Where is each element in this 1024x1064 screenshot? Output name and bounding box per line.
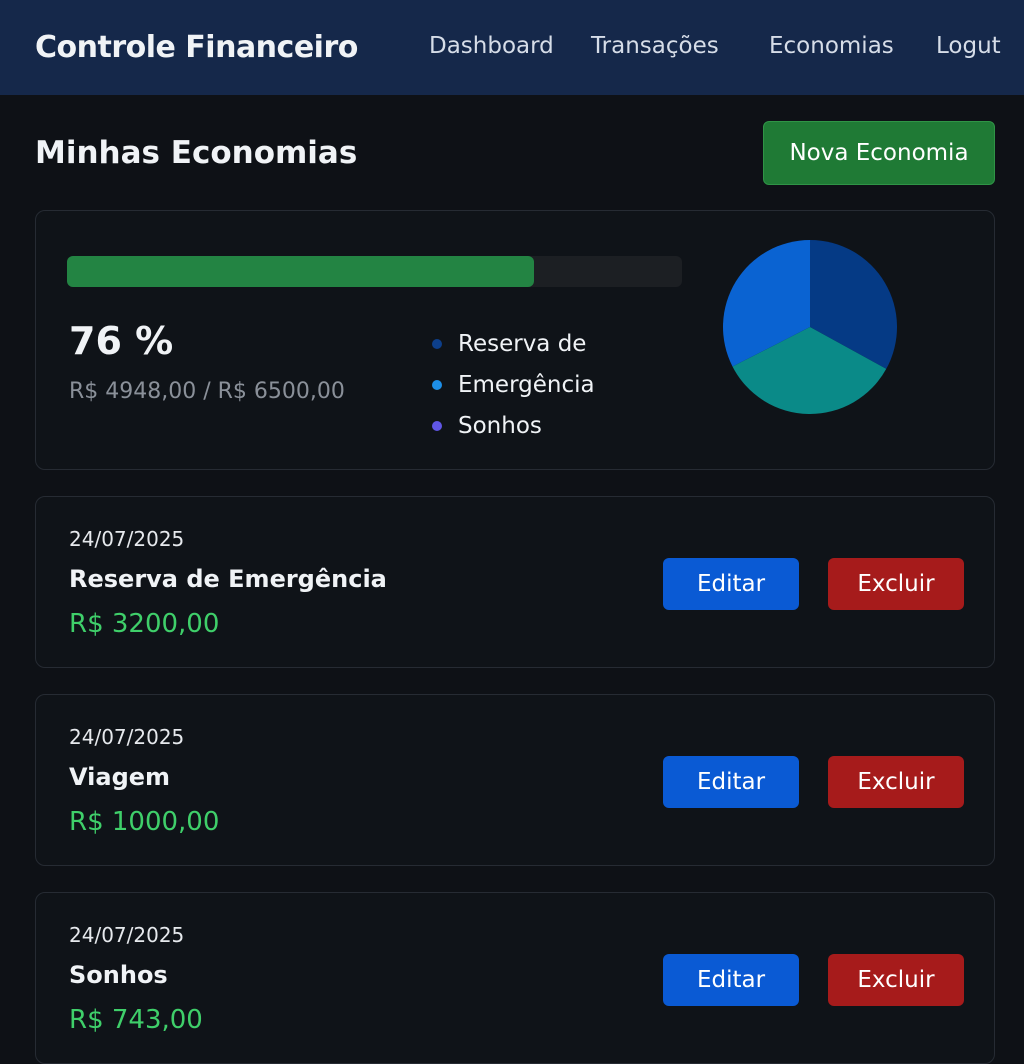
nav-transacoes[interactable]: Transações [591,33,719,59]
nav-logout[interactable]: Logut [936,33,1001,59]
nav-economias[interactable]: Economias [769,33,894,59]
legend: Reserva de Emergência Sonhos [432,323,595,446]
edit-button[interactable]: Editar [663,756,799,808]
saving-value: R$ 3200,00 [69,609,220,639]
edit-button[interactable]: Editar [663,558,799,610]
delete-button[interactable]: Excluir [828,756,964,808]
pie-chart [723,240,897,414]
saving-date: 24/07/2025 [69,923,185,947]
progress-amount: R$ 4948,00 / R$ 6500,00 [69,379,345,404]
legend-dot [432,379,442,390]
legend-dot [432,420,442,431]
saving-item: 24/07/2025 Sonhos R$ 743,00 Editar Exclu… [35,892,995,1064]
nav-dashboard[interactable]: Dashboard [429,33,554,59]
edit-button[interactable]: Editar [663,954,799,1006]
saving-value: R$ 743,00 [69,1005,203,1035]
legend-item: Reserva de [432,323,595,364]
new-saving-button[interactable]: Nova Economia [763,120,995,185]
legend-label: Reserva de [458,330,587,357]
saving-name: Sonhos [69,961,168,989]
navbar: Controle Financeiro Dashboard Transações… [0,0,1024,95]
saving-date: 24/07/2025 [69,527,185,551]
page-title: Minhas Economias [35,134,358,171]
legend-item: Emergência [432,364,595,405]
progress-bar [67,256,682,287]
brand: Controle Financeiro [35,30,358,65]
saving-item: 24/07/2025 Viagem R$ 1000,00 Editar Excl… [35,694,995,866]
saving-item: 24/07/2025 Reserva de Emergência R$ 3200… [35,496,995,668]
legend-label: Emergência [458,371,595,398]
progress-percent: 76 % [69,319,174,363]
delete-button[interactable]: Excluir [828,558,964,610]
progress-fill [67,256,535,287]
delete-button[interactable]: Excluir [828,954,964,1006]
legend-dot [432,338,442,349]
saving-value: R$ 1000,00 [69,807,220,837]
saving-name: Reserva de Emergência [69,565,387,593]
legend-item: Sonhos [432,405,595,446]
saving-date: 24/07/2025 [69,725,185,749]
summary-card: 76 % R$ 4948,00 / R$ 6500,00 Reserva de … [35,210,995,470]
legend-label: Sonhos [458,412,542,439]
saving-name: Viagem [69,763,171,791]
